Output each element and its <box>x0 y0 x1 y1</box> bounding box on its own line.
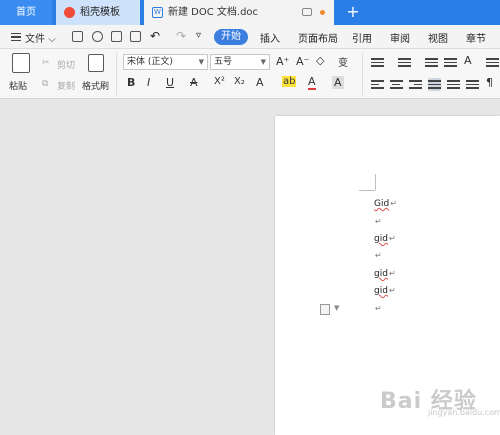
ribbon-home: 粘贴 ✂ 剪切 ⧉ 复制 格式刷 宋体 (正文) ▼ 五号 ▼ A⁺ A⁻ ◇ 变 … <box>0 49 500 99</box>
paragraph-mark: ↵ <box>388 234 396 243</box>
tab-home[interactable]: 首页 <box>0 0 52 25</box>
document-line[interactable]: ↵ <box>374 251 382 261</box>
increase-indent-icon[interactable] <box>444 56 457 69</box>
tab-templates-label: 稻壳模板 <box>80 7 120 18</box>
text-effect-button[interactable]: A <box>256 76 264 89</box>
watermark-url: jingyan.baidu.com <box>428 408 500 417</box>
copy-label[interactable]: 复制 <box>57 79 75 92</box>
align-left-icon[interactable] <box>371 78 384 91</box>
strikethrough-button[interactable]: A <box>190 76 198 89</box>
character-shading-button[interactable]: A <box>332 76 344 89</box>
unsaved-dot-icon <box>320 10 325 15</box>
phonetic-guide-icon[interactable]: 变 <box>338 54 348 69</box>
bold-button[interactable]: B <box>127 76 135 89</box>
menu-view[interactable]: 视图 <box>428 30 448 45</box>
chevron-down-icon[interactable]: ▼ <box>334 304 339 312</box>
format-painter-icon[interactable] <box>88 54 104 72</box>
menu-start[interactable]: 开始 <box>214 29 248 45</box>
font-shrink-icon[interactable]: A⁻ <box>296 55 309 68</box>
document-line[interactable]: gid↵ <box>374 286 396 296</box>
margin-corner-marker <box>359 190 375 191</box>
align-justify-icon[interactable] <box>428 78 441 91</box>
file-menu[interactable]: 文件 ⌵ <box>10 30 56 45</box>
menu-references[interactable]: 引用 <box>352 30 372 45</box>
format-painter-label[interactable]: 格式刷 <box>82 79 109 92</box>
paragraph-mark: ↵ <box>390 199 397 208</box>
document-line[interactable]: ↵ <box>374 304 382 314</box>
paragraph-mark: ↵ <box>388 269 396 278</box>
bullet-list-icon[interactable] <box>371 56 384 69</box>
file-menu-label: 文件 <box>25 34 45 45</box>
tab-bar: 首页 稻壳模板 W 新建 DOC 文档.doc + <box>0 0 500 25</box>
chevron-down-icon: ▼ <box>260 58 266 66</box>
clear-format-icon[interactable]: ◇ <box>316 54 324 67</box>
menu-page-layout[interactable]: 页面布局 <box>298 30 338 45</box>
document-line[interactable]: Gid↵ <box>374 199 397 209</box>
ribbon-separator <box>362 53 363 95</box>
paste-icon[interactable] <box>12 53 30 73</box>
paste-label[interactable]: 粘贴 <box>9 79 27 92</box>
line-text: gid <box>374 286 388 296</box>
share-icon[interactable] <box>92 31 103 42</box>
quick-access-dropdown-icon[interactable]: ▿ <box>196 30 201 41</box>
cut-label[interactable]: 剪切 <box>57 58 75 71</box>
subscript-button[interactable]: X₂ <box>234 76 245 87</box>
cut-icon[interactable]: ✂ <box>42 58 50 68</box>
font-size-select[interactable]: 五号 ▼ <box>210 54 270 70</box>
chevron-down-icon: ▼ <box>198 58 204 66</box>
align-right-icon[interactable] <box>409 78 422 91</box>
numbered-list-icon[interactable] <box>398 56 411 69</box>
tab-templates[interactable]: 稻壳模板 <box>56 0 140 25</box>
paragraph-mark: ↵ <box>375 251 382 260</box>
copy-icon[interactable]: ⧉ <box>42 79 48 89</box>
menu-insert[interactable]: 插入 <box>260 30 280 45</box>
menu-bar: 文件 ⌵ ↶ ↷ ▿ 开始 插入 页面布局 引用 审阅 视图 章节 <box>0 25 500 49</box>
font-family-value: 宋体 (正文) <box>127 57 173 67</box>
show-marks-icon[interactable] <box>486 56 499 69</box>
font-color-button[interactable]: A <box>308 75 316 90</box>
print-preview-icon[interactable] <box>130 31 141 42</box>
menu-review[interactable]: 审阅 <box>390 30 410 45</box>
ribbon-separator <box>116 53 117 95</box>
template-flame-icon <box>64 7 75 18</box>
paragraph-mark: ↵ <box>375 217 382 226</box>
align-center-icon[interactable] <box>390 78 403 91</box>
tab-document[interactable]: W 新建 DOC 文档.doc <box>144 0 334 25</box>
new-tab-button[interactable]: + <box>343 0 363 25</box>
line-text: gid <box>374 269 388 279</box>
font-grow-icon[interactable]: A⁺ <box>276 55 289 68</box>
paragraph-mark: ↵ <box>375 304 382 313</box>
font-size-value: 五号 <box>214 57 233 67</box>
margin-corner-marker <box>375 174 376 190</box>
line-spacing-icon[interactable] <box>466 78 479 91</box>
line-text: Gid <box>374 199 390 209</box>
pin-window-icon[interactable] <box>302 8 312 16</box>
redo-icon[interactable]: ↷ <box>176 29 186 43</box>
word-doc-icon: W <box>152 7 163 18</box>
distributed-align-icon[interactable] <box>447 78 460 91</box>
print-icon[interactable] <box>111 31 122 42</box>
sort-icon[interactable]: A <box>464 54 472 67</box>
underline-button[interactable]: U <box>166 76 174 89</box>
superscript-button[interactable]: X² <box>214 76 225 87</box>
document-line[interactable]: ↵ <box>374 217 382 227</box>
paragraph-mark: ↵ <box>388 286 396 295</box>
menu-chapter[interactable]: 章节 <box>466 30 486 45</box>
undo-icon[interactable]: ↶ <box>150 29 160 43</box>
paragraph-mark-icon[interactable]: ¶ <box>486 76 493 89</box>
font-family-select[interactable]: 宋体 (正文) ▼ <box>123 54 208 70</box>
document-line[interactable]: gid↵ <box>374 234 396 244</box>
document-line[interactable]: gid↵ <box>374 269 396 279</box>
tab-document-label: 新建 DOC 文档.doc <box>168 7 259 18</box>
italic-button[interactable]: I <box>147 76 150 89</box>
save-icon[interactable] <box>72 31 83 42</box>
paragraph-handle-icon[interactable] <box>320 304 330 315</box>
decrease-indent-icon[interactable] <box>425 56 438 69</box>
line-text: gid <box>374 234 388 244</box>
highlight-color-button[interactable]: ab <box>282 76 297 87</box>
